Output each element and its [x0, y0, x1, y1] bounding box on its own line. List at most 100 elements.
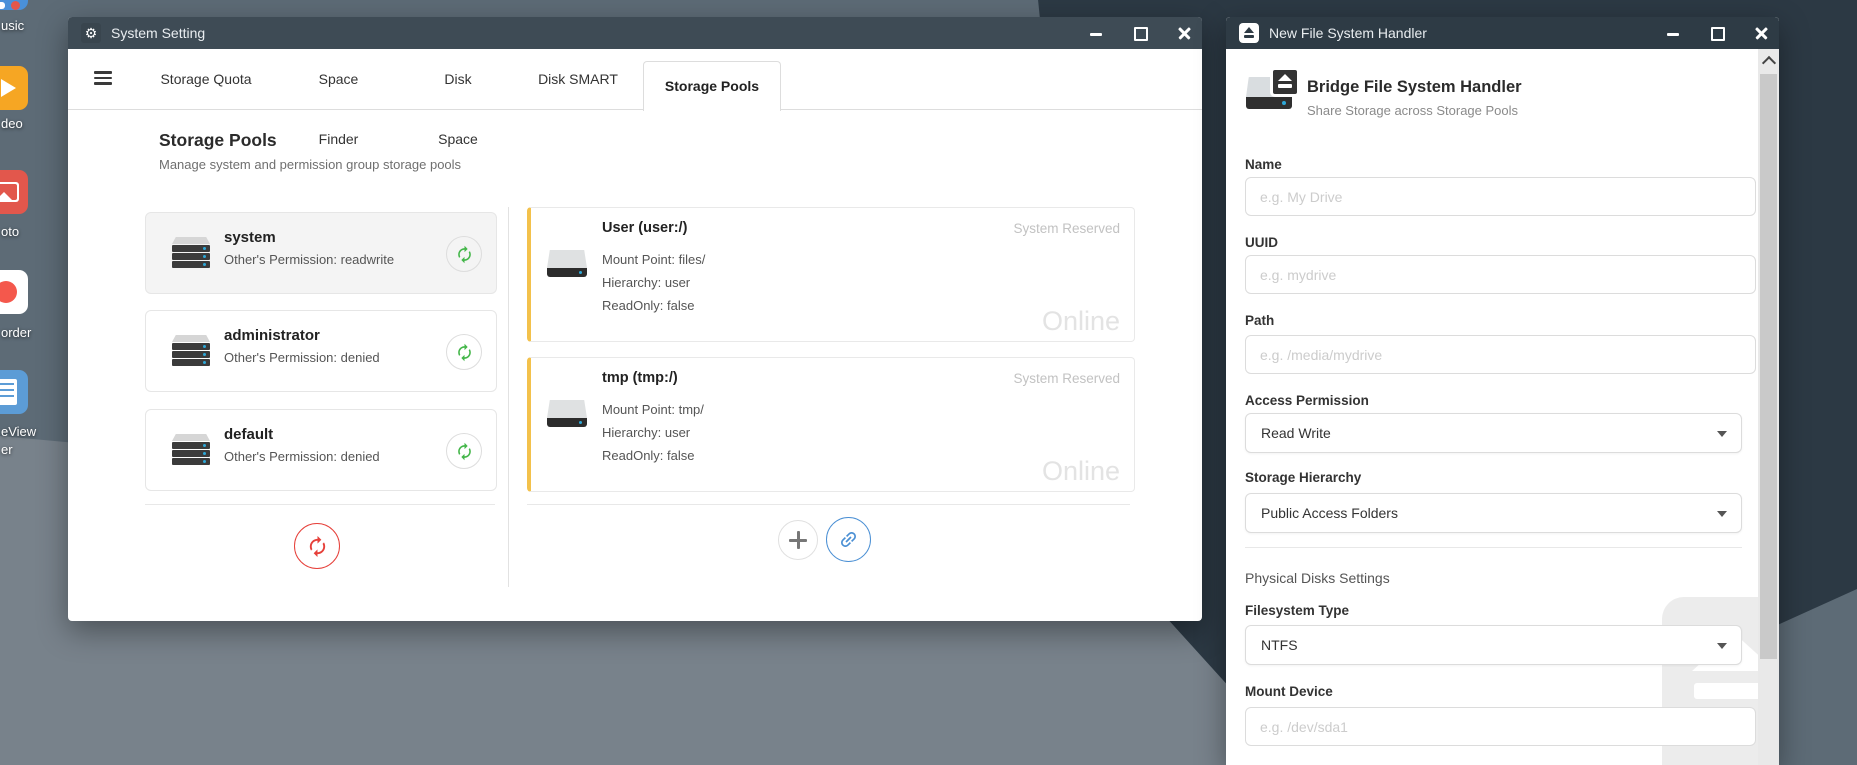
window-title: New File System Handler: [1269, 25, 1427, 41]
new-file-system-handler-window: New File System Handler Bridge File Syst…: [1226, 17, 1779, 765]
volume-badge: System Reserved: [1013, 371, 1120, 386]
handler-header-title: Bridge File System Handler: [1307, 78, 1522, 97]
plus-icon: [789, 531, 807, 549]
mount-device-label: Mount Device: [1245, 684, 1333, 699]
shortcut-label: usic: [1, 18, 24, 33]
shortcut-label: eView: [1, 424, 36, 439]
volume-name: tmp (tmp:/): [602, 370, 678, 386]
volume-badge: System Reserved: [1013, 221, 1120, 236]
handler-body: Bridge File System Handler Share Storage…: [1226, 49, 1779, 765]
volume-card-user[interactable]: User (user:/) System Reserved Mount Poin…: [527, 207, 1135, 342]
uuid-label: UUID: [1245, 235, 1278, 250]
pool-permission: Other's Permission: denied: [224, 350, 380, 365]
pool-sync-button[interactable]: [446, 334, 482, 370]
server-icon: [172, 237, 210, 269]
mount-device-input[interactable]: [1245, 707, 1756, 746]
divider: [508, 207, 509, 587]
volume-card-tmp[interactable]: tmp (tmp:/) System Reserved Mount Point:…: [527, 357, 1135, 492]
tab-storage-quota[interactable]: Storage Quota: [160, 49, 252, 109]
volume-mount-point: Mount Point: files/: [602, 252, 705, 267]
tab-storage-pools[interactable]: Storage Pools: [643, 61, 781, 111]
photo-icon: [0, 170, 28, 214]
tab-disk-space[interactable]: Disk Space: [423, 49, 493, 109]
close-button[interactable]: [1753, 25, 1769, 41]
volume-readonly: ReadOnly: false: [602, 448, 695, 463]
uuid-input[interactable]: [1245, 255, 1756, 294]
storage-hierarchy-select[interactable]: Public Access Folders: [1245, 493, 1742, 533]
divider: [1245, 547, 1742, 548]
add-volume-button[interactable]: [778, 520, 818, 560]
shortcut-label: oto: [1, 224, 19, 239]
maximize-button[interactable]: [1132, 25, 1148, 41]
pool-card-system[interactable]: system Other's Permission: readwrite: [145, 212, 497, 294]
volume-name: User (user:/): [602, 220, 687, 236]
shortcut-label: order: [1, 325, 31, 340]
storage-hierarchy-label: Storage Hierarchy: [1245, 470, 1361, 485]
divider: [527, 504, 1130, 505]
music-icon: [0, 0, 28, 10]
chevron-down-icon: [1717, 643, 1727, 649]
pool-permission: Other's Permission: readwrite: [224, 252, 394, 267]
pool-permission: Other's Permission: denied: [224, 449, 380, 464]
filesystem-type-value: NTFS: [1261, 637, 1298, 653]
pool-name: default: [224, 426, 273, 443]
minimize-button[interactable]: [1665, 25, 1681, 41]
divider: [145, 504, 495, 505]
pool-name: administrator: [224, 327, 320, 344]
shortcut-label: deo: [1, 116, 23, 131]
scrollbar-up-arrow[interactable]: [1758, 49, 1779, 71]
system-setting-window: ⚙ System Setting Storage Quota Space Fin…: [68, 17, 1202, 621]
pool-card-administrator[interactable]: administrator Other's Permission: denied: [145, 310, 497, 392]
tab-disk-smart[interactable]: Disk SMART: [537, 49, 619, 109]
sync-icon: [455, 343, 474, 362]
shortcut-label: er: [1, 442, 13, 457]
link-icon: [834, 525, 864, 555]
disk-icon: [547, 400, 587, 428]
menu-icon[interactable]: [94, 71, 112, 85]
link-volume-button[interactable]: [826, 517, 871, 562]
scrollbar[interactable]: [1758, 49, 1779, 765]
path-input[interactable]: [1245, 335, 1756, 374]
handler-titlebar[interactable]: New File System Handler: [1226, 17, 1779, 49]
maximize-button[interactable]: [1709, 25, 1725, 41]
handler-header-subtitle: Share Storage across Storage Pools: [1307, 103, 1518, 118]
name-label: Name: [1245, 157, 1282, 172]
volume-readonly: ReadOnly: false: [602, 298, 695, 313]
eject-icon: [1239, 23, 1259, 43]
fileviewer-icon: [0, 370, 28, 414]
access-permission-value: Read Write: [1261, 425, 1331, 441]
gear-icon: ⚙: [81, 23, 101, 43]
chevron-down-icon: [1717, 511, 1727, 517]
minimize-button[interactable]: [1088, 25, 1104, 41]
name-input[interactable]: [1245, 177, 1756, 216]
video-icon: [0, 66, 28, 110]
desktop: usic deo oto order eView er ⚙ System Set…: [0, 0, 1857, 765]
physical-disks-section-label: Physical Disks Settings: [1245, 570, 1390, 586]
pool-card-default[interactable]: default Other's Permission: denied: [145, 409, 497, 491]
server-icon: [172, 335, 210, 367]
tab-space-finder[interactable]: Space Finder: [298, 49, 379, 109]
close-button[interactable]: [1176, 25, 1192, 41]
filesystem-type-label: Filesystem Type: [1245, 603, 1349, 618]
volume-hierarchy: Hierarchy: user: [602, 425, 690, 440]
system-setting-titlebar[interactable]: ⚙ System Setting: [68, 17, 1202, 49]
sync-icon: [455, 245, 474, 264]
scrollbar-thumb[interactable]: [1760, 74, 1777, 659]
page-subtitle: Manage system and permission group stora…: [159, 157, 461, 172]
tab-bar: Storage Quota Space Finder Disk Space Di…: [68, 49, 1202, 110]
volume-hierarchy: Hierarchy: user: [602, 275, 690, 290]
disk-icon: [547, 250, 587, 278]
recorder-icon: [0, 270, 28, 314]
refresh-pools-button[interactable]: [294, 523, 340, 569]
access-permission-select[interactable]: Read Write: [1245, 413, 1742, 453]
volume-mount-point: Mount Point: tmp/: [602, 402, 704, 417]
path-label: Path: [1245, 313, 1274, 328]
volume-status: Online: [1042, 456, 1120, 487]
pool-name: system: [224, 229, 276, 246]
refresh-icon: [306, 535, 329, 558]
filesystem-type-select[interactable]: NTFS: [1245, 625, 1742, 665]
pool-sync-button[interactable]: [446, 236, 482, 272]
bridge-handler-icon: [1246, 77, 1292, 117]
volume-status: Online: [1042, 306, 1120, 337]
pool-sync-button[interactable]: [446, 433, 482, 469]
